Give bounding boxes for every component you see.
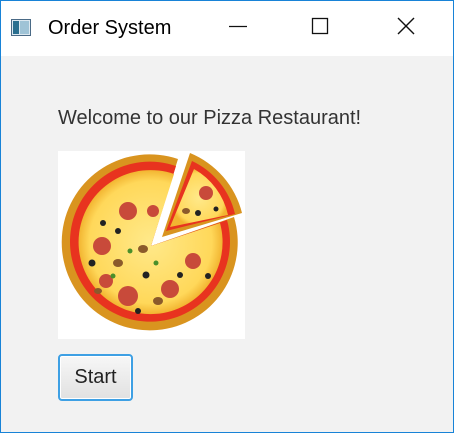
minimize-icon xyxy=(228,16,248,41)
java-window-icon[interactable] xyxy=(11,19,31,36)
maximize-button[interactable] xyxy=(297,1,343,56)
start-button[interactable]: Start xyxy=(58,354,133,401)
close-icon xyxy=(396,16,416,41)
welcome-label: Welcome to our Pizza Restaurant! xyxy=(58,107,362,129)
app-window: Order System Welcome to our Pizza Restau… xyxy=(0,0,454,433)
title-bar[interactable]: Order System xyxy=(1,1,453,56)
main-content: Welcome to our Pizza Restaurant! Start xyxy=(1,56,453,432)
maximize-icon xyxy=(310,16,330,41)
window-title: Order System xyxy=(48,17,172,39)
close-button[interactable] xyxy=(383,1,429,56)
pizza-image xyxy=(58,151,245,339)
minimize-button[interactable] xyxy=(215,1,261,56)
